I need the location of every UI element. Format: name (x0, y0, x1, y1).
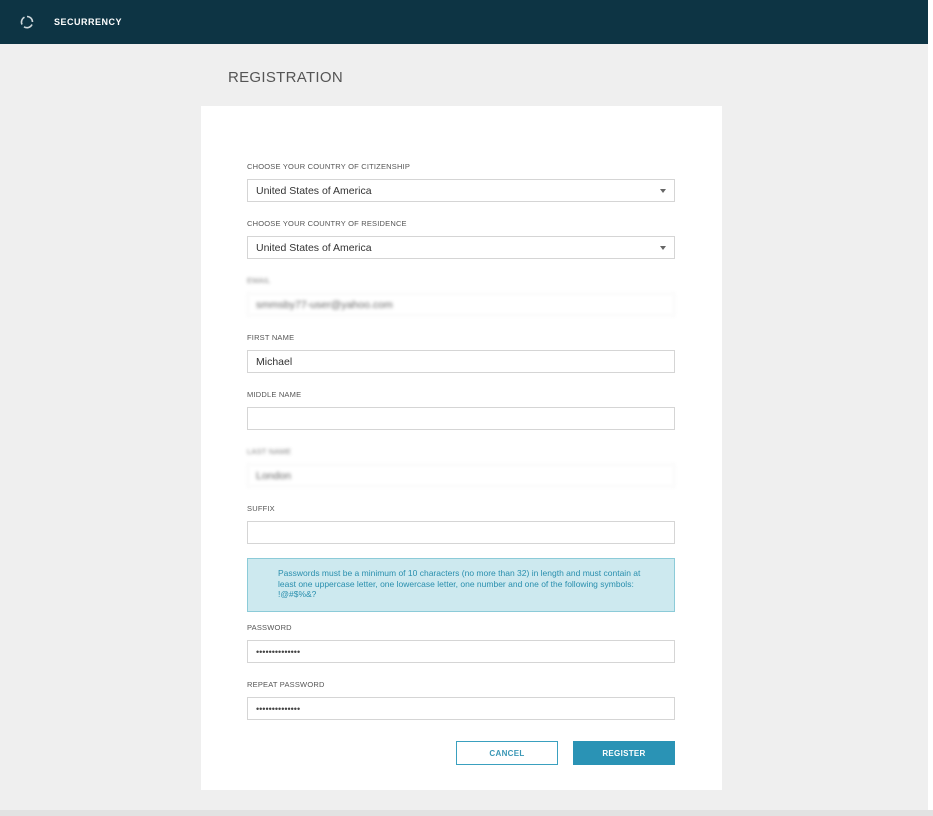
middle-name-field: MIDDLE NAME (247, 390, 675, 430)
citizenship-label: CHOOSE YOUR COUNTRY OF CITIZENSHIP (247, 162, 411, 171)
top-bar: SECURRENCY (0, 0, 928, 44)
chevron-down-icon (660, 245, 666, 250)
repeat-password-field: REPEAT PASSWORD •••••••••••••• (247, 680, 675, 720)
middle-name-input[interactable] (247, 407, 675, 430)
email-value: smmsby77-user@yahoo.com (256, 298, 393, 311)
cancel-button[interactable]: CANCEL (456, 741, 558, 765)
last-name-value: London (256, 469, 292, 482)
repeat-password-label: REPEAT PASSWORD (247, 680, 325, 689)
first-name-value: Michael (256, 355, 293, 368)
page-title: REGISTRATION (228, 69, 343, 86)
password-label: PASSWORD (247, 623, 292, 632)
logo-icon[interactable] (20, 15, 34, 29)
suffix-field: SUFFIX (247, 504, 675, 544)
window-edge (928, 0, 933, 816)
middle-name-label: MIDDLE NAME (247, 390, 302, 399)
password-input[interactable]: •••••••••••••• (247, 640, 675, 663)
residence-select[interactable]: United States of America (247, 236, 675, 259)
brand-name[interactable]: SECURRENCY (54, 17, 122, 27)
password-field: PASSWORD •••••••••••••• (247, 623, 675, 663)
chevron-down-icon (660, 188, 666, 193)
email-input[interactable]: smmsby77-user@yahoo.com (247, 293, 675, 316)
email-label: EMAIL (247, 276, 271, 285)
first-name-input[interactable]: Michael (247, 350, 675, 373)
repeat-password-value: •••••••••••••• (256, 703, 301, 714)
first-name-label: FIRST NAME (247, 333, 295, 342)
suffix-label: SUFFIX (247, 504, 275, 513)
citizenship-select[interactable]: United States of America (247, 179, 675, 202)
first-name-field: FIRST NAME Michael (247, 333, 675, 373)
residence-label: CHOOSE YOUR COUNTRY OF RESIDENCE (247, 219, 407, 228)
residence-value: United States of America (256, 241, 372, 254)
suffix-input[interactable] (247, 521, 675, 544)
password-requirements-notice: Passwords must be a minimum of 10 charac… (247, 558, 675, 612)
password-value: •••••••••••••• (256, 646, 301, 657)
last-name-label: LAST NAME (247, 447, 292, 456)
last-name-field: LAST NAME London (247, 447, 675, 487)
repeat-password-input[interactable]: •••••••••••••• (247, 697, 675, 720)
citizenship-value: United States of America (256, 184, 372, 197)
registration-card: CHOOSE YOUR COUNTRY OF CITIZENSHIP Unite… (201, 106, 722, 790)
last-name-input[interactable]: London (247, 464, 675, 487)
citizenship-field: CHOOSE YOUR COUNTRY OF CITIZENSHIP Unite… (247, 162, 675, 202)
register-button[interactable]: REGISTER (573, 741, 675, 765)
email-field: EMAIL smmsby77-user@yahoo.com (247, 276, 675, 316)
residence-field: CHOOSE YOUR COUNTRY OF RESIDENCE United … (247, 219, 675, 259)
window-bottom-edge (0, 810, 933, 816)
